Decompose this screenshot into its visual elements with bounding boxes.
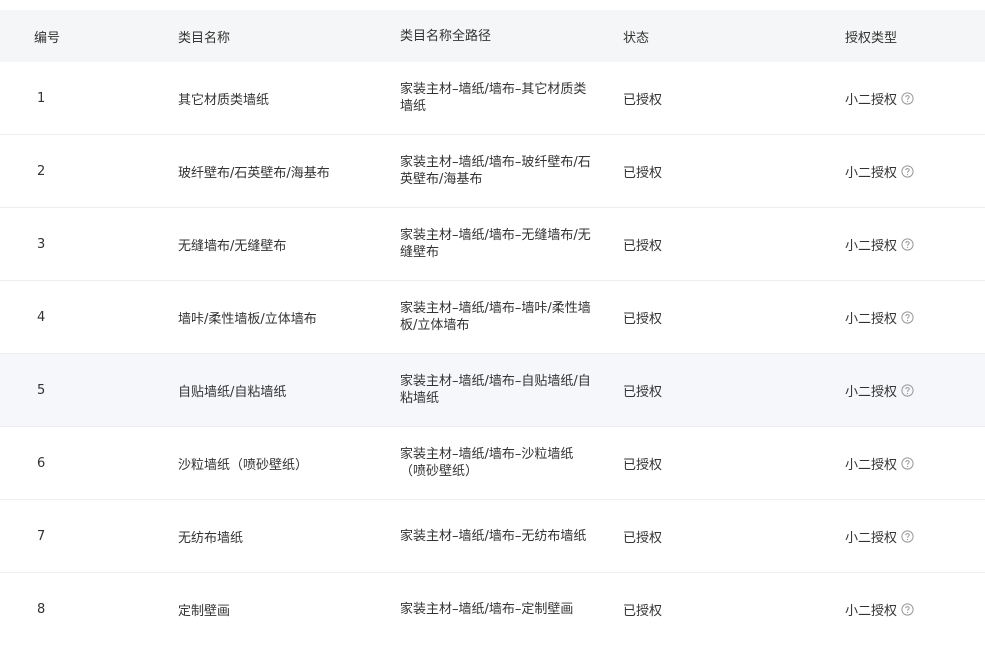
row-number: 2 — [37, 163, 46, 179]
header-number: 编号 — [34, 30, 61, 46]
row-number: 4 — [37, 309, 46, 325]
row-auth-type: 小二授权 — [845, 162, 985, 181]
row-full-path: 家装主材–墙纸/墙布–无缝墙布/无缝壁布 — [400, 228, 591, 260]
row-auth-type: 小二授权 — [845, 600, 985, 619]
row-status: 已授权 — [623, 603, 663, 619]
row-full-path: 家装主材–墙纸/墙布–沙粒墙纸（喷砂壁纸） — [400, 447, 574, 479]
row-number: 1 — [37, 90, 46, 106]
row-full-path: 家装主材–墙纸/墙布–无纺布墙纸 — [400, 528, 587, 544]
row-number: 7 — [37, 528, 46, 544]
row-full-path: 家装主材–墙纸/墙布–玻纤壁布/石英壁布/海基布 — [400, 155, 591, 187]
auth-type-label: 小二授权 — [845, 457, 898, 473]
table-body: 1 其它材质类墙纸 家装主材–墙纸/墙布–其它材质类墙纸 已授权 小二授权 2 玻纤壁布/石… — [0, 62, 985, 645]
header-full-path: 类目名称全路径 — [400, 28, 492, 44]
table-row[interactable]: 8 定制壁画 家装主材–墙纸/墙布–定制壁画 已授权 小二授权 — [0, 573, 985, 645]
row-full-path: 家装主材–墙纸/墙布–定制壁画 — [400, 601, 574, 617]
row-category-name: 其它材质类墙纸 — [178, 92, 270, 108]
row-category-name: 无缝墙布/无缝壁布 — [178, 238, 287, 254]
question-circle-icon[interactable] — [901, 237, 914, 251]
row-status: 已授权 — [623, 311, 663, 327]
header-status: 状态 — [623, 30, 650, 46]
question-circle-icon[interactable] — [901, 529, 914, 543]
row-auth-type: 小二授权 — [845, 308, 985, 327]
question-circle-icon[interactable] — [901, 310, 914, 324]
row-full-path: 家装主材–墙纸/墙布–墙咔/柔性墙板/立体墙布 — [400, 301, 591, 333]
table-header: 编号 类目名称 类目名称全路径 状态 授权类型 — [0, 10, 985, 62]
row-auth-type: 小二授权 — [845, 235, 985, 254]
row-number: 3 — [37, 236, 46, 252]
auth-type-label: 小二授权 — [845, 311, 898, 327]
question-circle-icon[interactable] — [901, 383, 914, 397]
row-full-path: 家装主材–墙纸/墙布–其它材质类墙纸 — [400, 82, 587, 114]
auth-type-label: 小二授权 — [845, 92, 898, 108]
header-auth-type: 授权类型 — [845, 30, 898, 46]
row-category-name: 无纺布墙纸 — [178, 530, 244, 546]
question-circle-icon[interactable] — [901, 164, 914, 178]
auth-type-label: 小二授权 — [845, 530, 898, 546]
row-status: 已授权 — [623, 530, 663, 546]
table-row[interactable]: 2 玻纤壁布/石英壁布/海基布 家装主材–墙纸/墙布–玻纤壁布/石英壁布/海基布 已授… — [0, 135, 985, 208]
row-auth-type: 小二授权 — [845, 381, 985, 400]
row-auth-type: 小二授权 — [845, 89, 985, 108]
row-number: 6 — [37, 455, 46, 471]
auth-type-label: 小二授权 — [845, 165, 898, 181]
row-category-name: 玻纤壁布/石英壁布/海基布 — [178, 165, 330, 181]
table-row[interactable]: 7 无纺布墙纸 家装主材–墙纸/墙布–无纺布墙纸 已授权 小二授权 — [0, 500, 985, 573]
row-status: 已授权 — [623, 457, 663, 473]
table-row[interactable]: 5 自贴墙纸/自粘墙纸 家装主材–墙纸/墙布–自贴墙纸/自粘墙纸 已授权 小二授权 — [0, 354, 985, 427]
row-number: 8 — [37, 601, 46, 617]
question-circle-icon[interactable] — [901, 91, 914, 105]
row-category-name: 墙咔/柔性墙板/立体墙布 — [178, 311, 317, 327]
row-category-name: 自贴墙纸/自粘墙纸 — [178, 384, 287, 400]
header-category-name: 类目名称 — [178, 30, 231, 46]
question-circle-icon[interactable] — [901, 456, 914, 470]
row-status: 已授权 — [623, 384, 663, 400]
question-circle-icon[interactable] — [901, 602, 914, 616]
table-row[interactable]: 6 沙粒墙纸（喷砂壁纸） 家装主材–墙纸/墙布–沙粒墙纸（喷砂壁纸） 已授权 小二授权 — [0, 427, 985, 500]
row-auth-type: 小二授权 — [845, 527, 985, 546]
table-row[interactable]: 1 其它材质类墙纸 家装主材–墙纸/墙布–其它材质类墙纸 已授权 小二授权 — [0, 62, 985, 135]
row-status: 已授权 — [623, 238, 663, 254]
row-category-name: 沙粒墙纸（喷砂壁纸） — [178, 457, 309, 473]
row-auth-type: 小二授权 — [845, 454, 985, 473]
auth-type-label: 小二授权 — [845, 384, 898, 400]
row-status: 已授权 — [623, 165, 663, 181]
row-number: 5 — [37, 382, 46, 398]
row-status: 已授权 — [623, 92, 663, 108]
auth-type-label: 小二授权 — [845, 603, 898, 619]
table-row[interactable]: 4 墙咔/柔性墙板/立体墙布 家装主材–墙纸/墙布–墙咔/柔性墙板/立体墙布 已授权 小… — [0, 281, 985, 354]
category-table: 编号 类目名称 类目名称全路径 状态 授权类型 1 其它材质类墙纸 家装主材–墙纸/… — [0, 10, 985, 645]
row-full-path: 家装主材–墙纸/墙布–自贴墙纸/自粘墙纸 — [400, 374, 591, 406]
table-row[interactable]: 3 无缝墙布/无缝壁布 家装主材–墙纸/墙布–无缝墙布/无缝壁布 已授权 小二授权 — [0, 208, 985, 281]
auth-type-label: 小二授权 — [845, 238, 898, 254]
row-category-name: 定制壁画 — [178, 603, 231, 619]
